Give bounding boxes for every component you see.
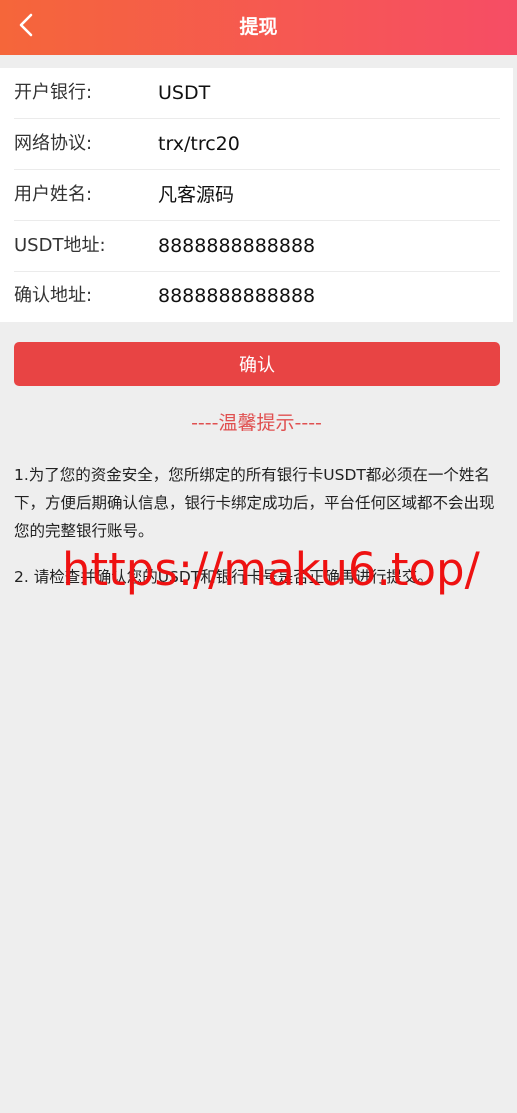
form-row-username: 用户姓名: 凡客源码	[14, 170, 500, 221]
confirm-address-label: 确认地址:	[14, 285, 93, 306]
network-label: 网络协议:	[14, 133, 93, 154]
watermark-text: https://maku6.top/	[62, 543, 480, 596]
form-row-bank: 开户银行: USDT	[14, 68, 500, 119]
form-row-confirm-address: 确认地址: 8888888888888	[14, 271, 500, 321]
username-value: 凡客源码	[158, 184, 235, 206]
form-row-network: 网络协议: trx/trc20	[14, 119, 500, 170]
tip-item-1: 1.为了您的资金安全，您所绑定的所有银行卡USDT都必须在一个姓名下，方便后期确…	[14, 466, 495, 540]
page-title: 提现	[239, 16, 278, 38]
tips-title: ----温馨提示----	[191, 412, 322, 434]
usdt-address-label: USDT地址:	[14, 235, 106, 256]
username-label: 用户姓名:	[14, 184, 93, 205]
form-row-usdt-address: USDT地址: 8888888888888	[14, 221, 500, 272]
bank-label: 开户银行:	[14, 82, 93, 103]
withdraw-form: 开户银行: USDT 网络协议: trx/trc20 用户姓名: 凡客源码 US…	[0, 68, 513, 322]
bank-value: USDT	[158, 82, 211, 104]
app-header: 提现	[0, 0, 517, 55]
usdt-address-value: 8888888888888	[158, 235, 316, 257]
network-value: trx/trc20	[158, 133, 240, 155]
confirm-button[interactable]: 确认	[14, 342, 500, 386]
confirm-address-value: 8888888888888	[158, 285, 316, 307]
